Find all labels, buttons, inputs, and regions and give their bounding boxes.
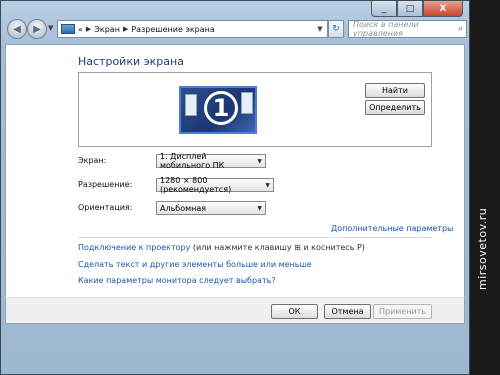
navigation-bar: ◀ ▶ ▼ « ▶ Экран ▶ Разрешение экрана ▼ ↻ … [5,18,467,40]
divider [78,237,432,238]
caption-controls: _ □ X [371,1,463,17]
forward-button[interactable]: ▶ [27,19,47,39]
projector-hint-b: и коснитесь P) [303,243,365,252]
page-title: Настройки экрана [78,55,184,68]
chevron-down-icon: ▼ [265,181,270,189]
minimize-button[interactable]: _ [371,1,397,17]
projector-row: Подключение к проектору (или нажмите кла… [78,243,365,252]
back-button[interactable]: ◀ [7,19,27,39]
breadcrumb-separator[interactable]: ▶ [86,25,91,33]
identify-button[interactable]: Определить [365,100,425,115]
close-button[interactable]: X [423,1,463,17]
cancel-button[interactable]: Отмена [324,304,371,319]
orientation-label: Ориентация: [78,203,133,212]
main-content: Настройки экрана 1 Найти Определить Экра… [5,44,465,324]
text-size-link[interactable]: Сделать текст и другие элементы больше и… [78,260,312,269]
display-label: Экран: [78,156,107,165]
watermark-text: mirsovetov.ru [476,207,489,290]
maximize-button[interactable]: □ [397,1,423,17]
display-select-value: 1. Дисплей мобильного ПК [160,152,225,170]
resolution-label: Разрешение: [78,180,133,189]
monitor-number: 1 [204,91,238,125]
monitor-help-link[interactable]: Какие параметры монитора следует выбрать… [78,276,276,285]
resolution-select[interactable]: 1280 × 800 (рекомендуется) ▼ [156,176,274,194]
breadcrumb-resolution[interactable]: Разрешение экрана [131,25,214,34]
arrow-right-icon: ▶ [33,23,41,35]
search-input[interactable]: Поиск в панели управления ⌕ [348,20,467,38]
refresh-button[interactable]: ↻ [328,20,344,38]
recent-pages-dropdown[interactable]: ▼ [48,24,53,32]
chevron-down-icon: ▼ [257,204,262,212]
apply-button[interactable]: Применить [373,304,432,319]
refresh-icon: ↻ [332,24,340,34]
breadcrumb-separator[interactable]: ▶ [123,25,128,33]
orientation-select[interactable]: Альбомная ▼ [156,201,266,215]
search-icon[interactable]: ⌕ [458,24,463,34]
dialog-footer: ОК Отмена Применить [5,297,465,324]
monitor-1-tile[interactable]: 1 [179,86,257,134]
search-placeholder: Поиск в панели управления [353,20,419,38]
control-panel-window: _ □ X ◀ ▶ ▼ « ▶ Экран ▶ Разрешение экран… [0,0,470,375]
window-thumbnail-icon [241,92,253,114]
projector-hint-a: (или нажмите клавишу [192,243,292,252]
address-prefix[interactable]: « [78,25,83,34]
window-thumbnail-icon [185,94,197,116]
orientation-select-value: Альбомная [160,203,207,213]
windows-logo-icon: ⊞ [294,243,301,252]
display-select[interactable]: 1. Дисплей мобильного ПК ▼ [156,152,266,170]
arrow-left-icon: ◀ [13,23,21,35]
display-preview-area: 1 Найти Определить [78,72,432,147]
control-panel-icon [61,24,75,34]
find-button[interactable]: Найти [365,83,425,98]
ok-button[interactable]: ОК [271,304,318,319]
breadcrumb-display[interactable]: Экран [94,25,120,34]
chevron-down-icon: ▼ [257,157,262,165]
advanced-settings-link[interactable]: Дополнительные параметры [331,224,453,233]
address-bar[interactable]: « ▶ Экран ▶ Разрешение экрана ▼ [57,20,328,38]
projector-link[interactable]: Подключение к проектору [78,243,190,252]
chevron-down-icon[interactable]: ▼ [313,25,327,33]
resolution-select-value: 1280 × 800 (рекомендуется) [160,176,232,194]
